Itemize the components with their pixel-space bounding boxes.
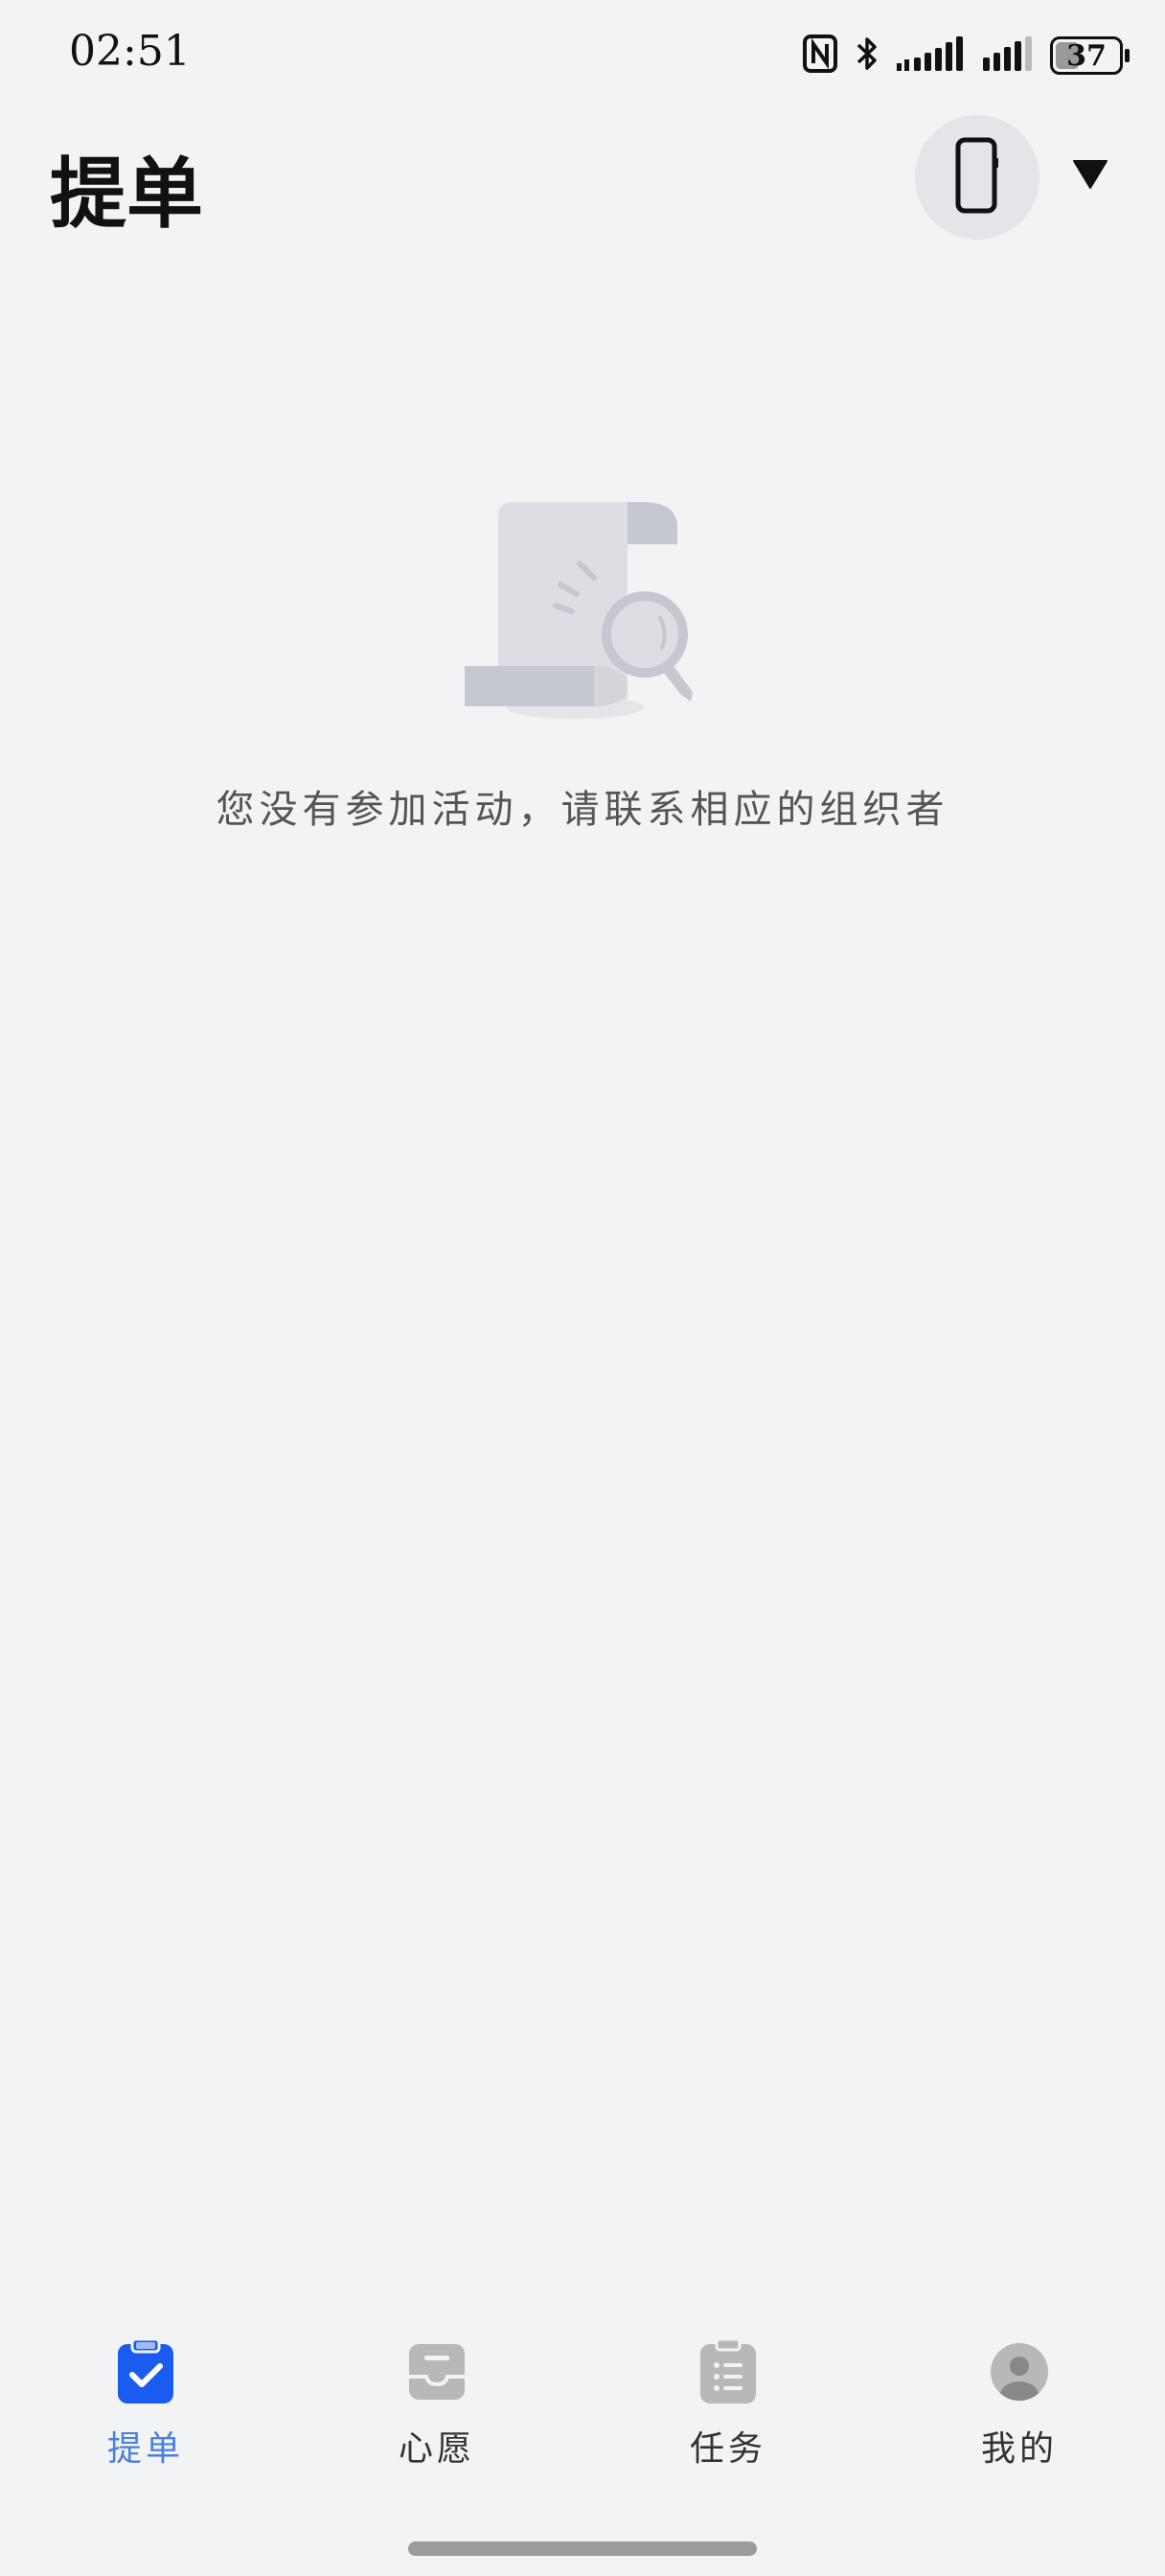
nav-item-wode[interactable]: 我的 xyxy=(874,2319,1165,2511)
home-indicator[interactable] xyxy=(408,2542,757,2556)
battery-cap xyxy=(1125,49,1130,62)
nfc-icon xyxy=(803,34,837,77)
clipboard-check-icon xyxy=(112,2338,179,2405)
signal-icon xyxy=(983,34,1033,77)
status-time: 02:51 xyxy=(69,27,191,76)
clipboard-list-icon xyxy=(695,2338,762,2405)
battery-percent: 37 xyxy=(1066,38,1107,73)
status-icons: 37 xyxy=(803,34,1130,77)
nav-label: 提单 xyxy=(106,2429,184,2469)
signal-icon xyxy=(897,34,966,77)
nav-label: 任务 xyxy=(689,2429,766,2469)
nav-label: 我的 xyxy=(980,2429,1058,2469)
document-search-illustration xyxy=(465,489,704,728)
status-bar: 02:51 37 xyxy=(0,0,1165,105)
phone-icon xyxy=(955,137,999,218)
nav-item-xinyuan[interactable]: 心愿 xyxy=(291,2319,582,2511)
battery-icon: 37 xyxy=(1050,36,1130,75)
nav-item-tidan[interactable]: 提单 xyxy=(0,2319,291,2511)
empty-state-message: 您没有参加活动，请联系相应的组织者 xyxy=(216,788,949,832)
triangle-down-icon xyxy=(1072,159,1108,194)
device-switch-button[interactable] xyxy=(915,115,1039,240)
bluetooth-icon xyxy=(855,34,879,77)
bottom-nav: 提单 心愿 任务 我的 xyxy=(0,2319,1165,2511)
nav-label: 心愿 xyxy=(398,2429,475,2469)
header: 提单 xyxy=(0,105,1165,249)
nav-item-renwu[interactable]: 任务 xyxy=(582,2319,874,2511)
user-icon xyxy=(986,2338,1053,2405)
dropdown-button[interactable] xyxy=(1069,155,1111,197)
page-title: 提单 xyxy=(50,149,203,239)
inbox-icon xyxy=(403,2338,470,2405)
